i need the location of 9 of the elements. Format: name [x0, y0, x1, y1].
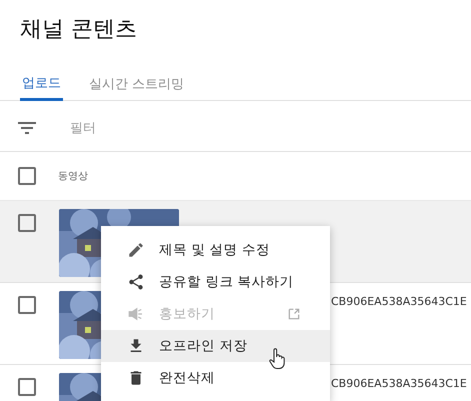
menu-item-label: 오프라인 저장 [159, 337, 248, 355]
column-header: 동영상 [58, 170, 88, 183]
menu-item-label: 완전삭제 [159, 369, 215, 387]
menu-item-label: 공유할 링크 복사하기 [159, 273, 294, 291]
video-id: CB906EA538A35643C1E [331, 295, 467, 308]
page-title: 채널 콘텐츠 [19, 16, 138, 44]
menu-item-label: 제목 및 설명 수정 [159, 241, 270, 259]
menu-item-label: 홍보하기 [159, 305, 215, 323]
video-id: CB906EA538A35643C1E [331, 377, 467, 390]
